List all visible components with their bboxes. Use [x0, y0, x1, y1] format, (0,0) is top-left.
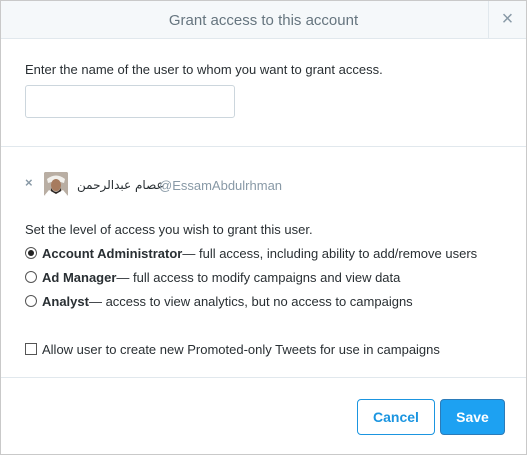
- user-search-section: Enter the name of the user to whom you w…: [1, 39, 526, 147]
- radio-analyst[interactable]: [25, 295, 37, 307]
- save-button[interactable]: Save: [440, 399, 505, 435]
- option-description: — full access, including ability to add/…: [182, 245, 478, 261]
- dialog-footer: Cancel Save: [1, 377, 526, 454]
- promoted-tweets-checkbox[interactable]: [25, 343, 37, 355]
- selected-user-row: × عصام عبدالرحمن @EssamAbdulrhman: [25, 172, 425, 198]
- option-description: — full access to modify campaigns and vi…: [116, 269, 401, 285]
- grant-access-dialog: Grant access to this account × Enter the…: [0, 0, 527, 455]
- user-display-name: عصام عبدالرحمن: [77, 178, 164, 192]
- access-option-ad-manager[interactable]: Ad Manager — full access to modify campa…: [25, 268, 400, 286]
- option-description: — access to view analytics, but no acces…: [88, 293, 413, 309]
- option-title: Account Administrator: [42, 245, 183, 261]
- access-option-account-administrator[interactable]: Account Administrator — full access, inc…: [25, 244, 477, 262]
- access-level-instruction: Set the level of access you wish to gran…: [25, 222, 313, 237]
- user-handle: @EssamAbdulrhman: [159, 178, 283, 193]
- promoted-tweets-label: Allow user to create new Promoted-only T…: [42, 341, 440, 357]
- cancel-button[interactable]: Cancel: [357, 399, 435, 435]
- close-icon[interactable]: ×: [488, 1, 526, 39]
- radio-ad-manager[interactable]: [25, 271, 37, 283]
- avatar: [44, 172, 68, 196]
- dialog-title: Grant access to this account: [168, 12, 359, 29]
- user-search-prompt: Enter the name of the user to whom you w…: [25, 62, 383, 77]
- option-title: Analyst: [42, 293, 89, 309]
- radio-account-administrator[interactable]: [25, 247, 37, 259]
- option-title: Ad Manager: [42, 269, 117, 285]
- user-search-input[interactable]: [25, 85, 235, 118]
- remove-user-icon[interactable]: ×: [25, 175, 33, 190]
- dialog-header: Grant access to this account ×: [1, 1, 526, 39]
- access-option-analyst[interactable]: Analyst — access to view analytics, but …: [25, 292, 413, 310]
- promoted-tweets-option[interactable]: Allow user to create new Promoted-only T…: [25, 340, 440, 358]
